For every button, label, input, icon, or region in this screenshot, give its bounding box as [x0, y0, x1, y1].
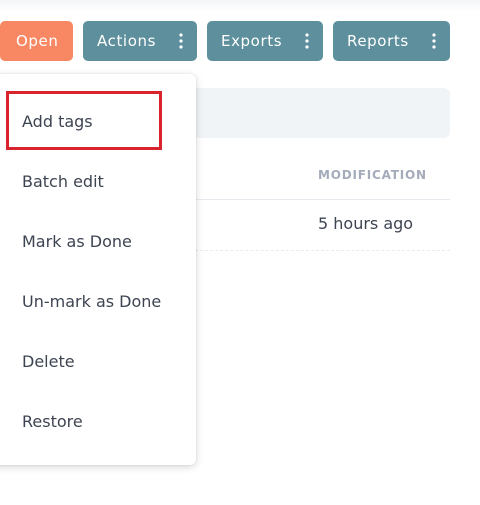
kebab-vertical-icon — [173, 21, 189, 61]
exports-button[interactable]: Exports — [207, 21, 323, 61]
menu-item-delete[interactable]: Delete — [0, 331, 196, 391]
kebab-vertical-icon — [299, 21, 315, 61]
menu-item-restore[interactable]: Restore — [0, 391, 196, 451]
actions-dropdown-menu: Add tags Batch edit Mark as Done Un-mark… — [0, 74, 196, 465]
menu-item-mark-as-done[interactable]: Mark as Done — [0, 211, 196, 271]
table-cell-modification: 5 hours ago — [318, 214, 414, 233]
kebab-vertical-icon — [426, 21, 442, 61]
actions-button[interactable]: Actions — [83, 21, 197, 61]
column-header-modification[interactable]: MODIFICATION — [318, 168, 427, 182]
open-button[interactable]: Open — [0, 21, 73, 61]
actions-button-label: Actions — [97, 32, 156, 50]
open-button-label: Open — [16, 32, 59, 50]
exports-button-label: Exports — [221, 32, 283, 50]
row-divider — [180, 250, 450, 251]
menu-item-batch-edit[interactable]: Batch edit — [0, 151, 196, 211]
search-bar[interactable] — [180, 88, 450, 138]
menu-item-unmark-as-done[interactable]: Un-mark as Done — [0, 271, 196, 331]
menu-item-add-tags[interactable]: Add tags — [0, 91, 196, 151]
reports-button-label: Reports — [347, 32, 409, 50]
header-divider — [180, 199, 450, 200]
top-shadow — [0, 0, 480, 12]
reports-button[interactable]: Reports — [333, 21, 450, 61]
